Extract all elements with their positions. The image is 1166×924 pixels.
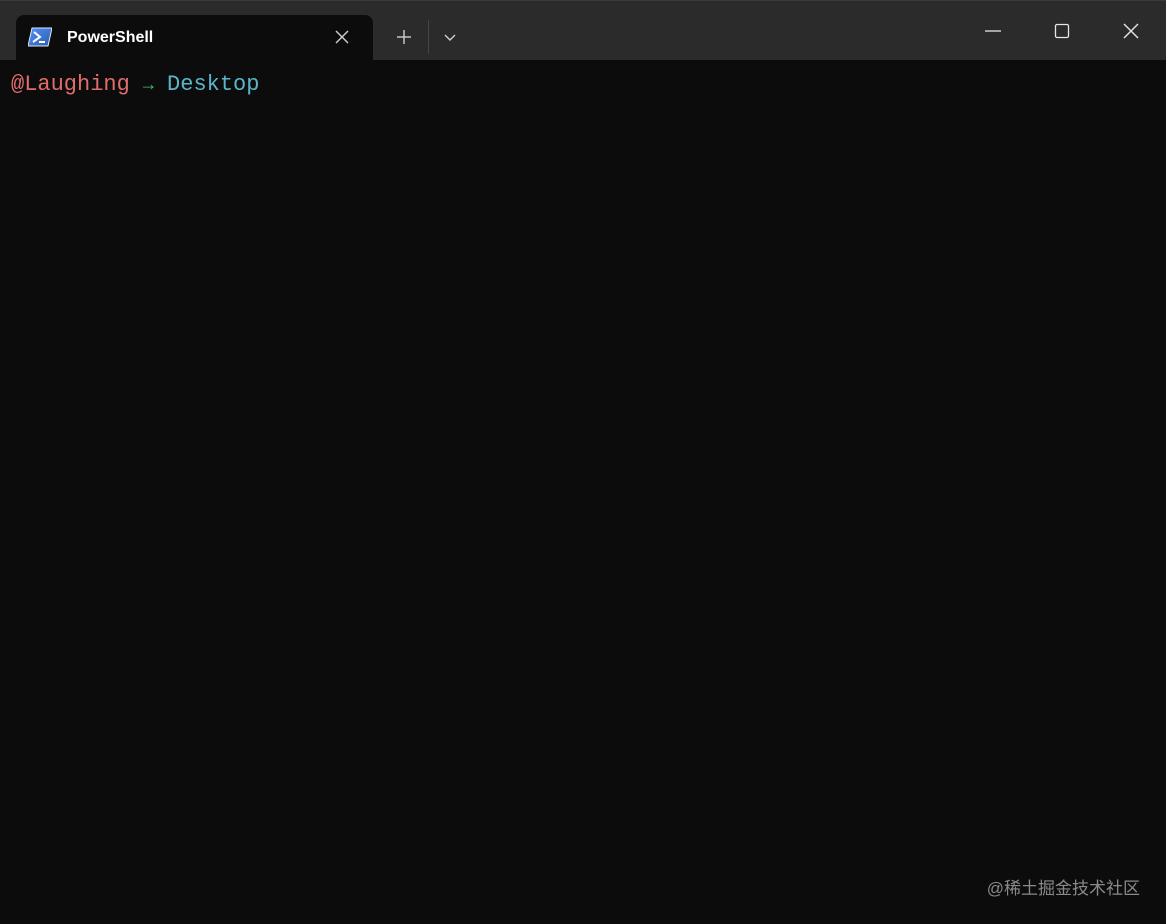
- prompt-directory: Desktop: [167, 72, 260, 97]
- tab-close-button[interactable]: [329, 24, 355, 50]
- window-close-button[interactable]: [1108, 11, 1154, 51]
- tab-powershell[interactable]: PowerShell: [16, 15, 373, 61]
- chevron-down-icon: [444, 34, 456, 41]
- minimize-icon: [985, 30, 1001, 32]
- minimize-button[interactable]: [970, 11, 1016, 51]
- tab-dropdown-button[interactable]: [434, 21, 466, 53]
- watermark: @稀土掘金技术社区: [986, 879, 1140, 898]
- new-tab-button[interactable]: [386, 21, 422, 53]
- toolbar-divider: [428, 20, 429, 54]
- prompt-arrow: →: [143, 76, 154, 96]
- close-icon: [335, 30, 349, 44]
- tab-title: PowerShell: [67, 29, 154, 46]
- prompt-user: @Laughing: [11, 72, 130, 97]
- terminal-output[interactable]: @Laughing → Desktop: [0, 60, 1166, 924]
- plus-icon: [397, 30, 411, 44]
- powershell-icon: [27, 27, 53, 47]
- close-icon: [1123, 23, 1139, 39]
- terminal-window: PowerShell @Laughing → Desktop @稀土掘金技术社区: [0, 0, 1166, 924]
- prompt-line: @Laughing → Desktop: [11, 72, 259, 99]
- maximize-icon: [1054, 23, 1070, 39]
- maximize-button[interactable]: [1039, 11, 1085, 51]
- title-bar[interactable]: PowerShell: [0, 0, 1166, 61]
